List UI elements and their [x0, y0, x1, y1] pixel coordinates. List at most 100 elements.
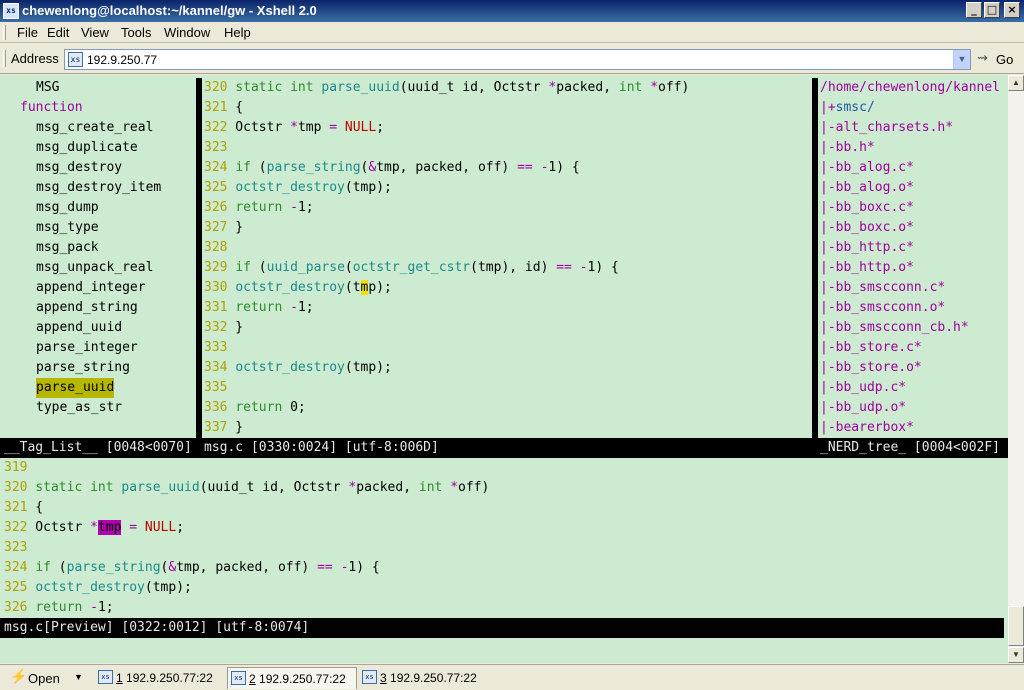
session-icon: xs	[362, 670, 377, 684]
scroll-down-icon[interactable]: ▼	[1008, 647, 1024, 663]
session-tab-2[interactable]: xs 2 192.9.250.77:22	[227, 667, 357, 689]
nerdtree-file[interactable]: |-bb_boxc.o*	[820, 218, 914, 238]
go-button[interactable]: ⇝ Go	[975, 49, 1021, 70]
code-line: 332 }	[204, 320, 244, 335]
menu-window[interactable]: Window	[164, 25, 210, 40]
taglist-item[interactable]: parse_string	[36, 358, 130, 378]
taglist-item[interactable]: parse_integer	[36, 338, 138, 358]
close-button[interactable]: ×	[1004, 2, 1020, 18]
open-button[interactable]: ⚡ Open ▼	[8, 668, 90, 688]
scroll-up-icon[interactable]: ▲	[1008, 75, 1024, 91]
nerdtree-file[interactable]: |-bb_store.c*	[820, 338, 922, 358]
nerdtree-file[interactable]: |-bb_udp.o*	[820, 398, 906, 418]
split-separator-left[interactable]	[196, 78, 202, 438]
terminal[interactable]: MSG function msg_create_real msg_duplica…	[0, 75, 1008, 663]
code-line: 335	[204, 380, 228, 395]
taglist-item[interactable]: append_string	[36, 298, 138, 318]
taglist-item[interactable]: msg_duplicate	[36, 138, 138, 158]
code-line: 323	[204, 140, 228, 155]
code-line: 321 {	[204, 100, 244, 115]
open-label: Open	[28, 671, 60, 686]
code-line: 329 if (uuid_parse(octstr_get_cstr(tmp),…	[204, 260, 619, 275]
code-line: 320 static int parse_uuid(uuid_t id, Oct…	[204, 80, 690, 95]
code-line: 328	[204, 240, 228, 255]
taglist-item[interactable]: msg_unpack_real	[36, 258, 153, 278]
taglist-item[interactable]: msg_type	[36, 218, 99, 238]
taglist-item[interactable]: msg_create_real	[36, 118, 153, 138]
editor-status: msg.c [0330:0024] [utf-8:006D]	[204, 440, 439, 455]
chevron-down-icon[interactable]: ▼	[953, 50, 970, 69]
preview-line: 320 static int parse_uuid(uuid_t id, Oct…	[4, 480, 490, 495]
code-line: 326 return -1;	[204, 200, 314, 215]
session-icon: xs	[68, 52, 83, 67]
taglist-item[interactable]: append_uuid	[36, 318, 122, 338]
nerdtree-root[interactable]: /home/chewenlong/kannel	[820, 78, 1000, 98]
nerdtree-file[interactable]: |-bb_alog.c*	[820, 158, 914, 178]
menu-view[interactable]: View	[81, 25, 109, 40]
code-line: 333	[204, 340, 228, 355]
nerdtree-file[interactable]: |-bb_http.c*	[820, 238, 914, 258]
code-line: 331 return -1;	[204, 300, 314, 315]
menu-help[interactable]: Help	[224, 25, 251, 40]
nerdtree-file[interactable]: |-alt_charsets.h*	[820, 118, 953, 138]
address-input[interactable]: xs 192.9.250.77 ▼	[64, 49, 971, 70]
text-cursor: m	[360, 280, 369, 295]
address-value[interactable]: 192.9.250.77	[87, 53, 157, 67]
preview-line: 321 {	[4, 500, 44, 515]
terminal-scrollbar[interactable]: ▲ ▼	[1008, 75, 1024, 663]
code-line: 327 }	[204, 220, 244, 235]
nerdtree-dir[interactable]: |+smsc/	[820, 98, 875, 118]
menu-edit[interactable]: Edit	[47, 25, 69, 40]
session-tab-3[interactable]: xs 3 192.9.250.77:22	[359, 667, 489, 689]
code-line: 334 octstr_destroy(tmp);	[204, 360, 392, 375]
session-tab-label: 1 192.9.250.77:22	[116, 671, 213, 685]
search-highlight: tmp	[97, 520, 122, 535]
split-status-bar: __Tag_List__ [0048<0070] msg.c [0330:002…	[0, 438, 1008, 458]
nerdtree-file[interactable]: |-bb_udp.c*	[820, 378, 906, 398]
taglist-item[interactable]: msg_dump	[36, 198, 99, 218]
preview-line: 319	[4, 460, 28, 475]
session-icon: xs	[98, 670, 113, 684]
nerdtree-file[interactable]: |-bb_boxc.c*	[820, 198, 914, 218]
minimize-button[interactable]: _	[966, 2, 982, 18]
split-separator-right[interactable]	[812, 78, 818, 438]
nerdtree-file[interactable]: |-bb_store.o*	[820, 358, 922, 378]
taglist-item[interactable]: type_as_str	[36, 398, 122, 418]
title-bar: xs chewenlong@localhost:~/kannel/gw - Xs…	[0, 0, 1024, 22]
scroll-thumb[interactable]	[1008, 606, 1024, 646]
taglist-item[interactable]: msg_destroy	[36, 158, 122, 178]
preview-line: 324 if (parse_string(&tmp, packed, off) …	[4, 560, 380, 575]
nerdtree-file[interactable]: |-bb.h*	[820, 138, 875, 158]
taglist-item-selected[interactable]: parse_uuid	[36, 378, 115, 398]
preview-status-bar: msg.c[Preview] [0322:0012] [utf-8:0074]	[0, 618, 1004, 638]
nerdtree-file[interactable]: |-bb_smscconn.o*	[820, 298, 945, 318]
code-line: 322 Octstr *tmp = NULL;	[204, 120, 385, 135]
chevron-down-icon[interactable]: ▼	[74, 672, 83, 682]
menu-tools[interactable]: Tools	[121, 25, 151, 40]
code-line: 330 octstr_destroy(tmp);	[204, 280, 392, 295]
toolbar-grip[interactable]	[3, 25, 6, 40]
taglist-item[interactable]: msg_destroy_item	[36, 178, 161, 198]
preview-line: 322 Octstr *tmp = NULL;	[4, 520, 185, 535]
go-label: Go	[996, 52, 1014, 67]
nerdtree-file[interactable]: |-bb_http.o*	[820, 258, 914, 278]
menu-file[interactable]: File	[17, 25, 38, 40]
code-line: 325 octstr_destroy(tmp);	[204, 180, 392, 195]
menu-bar: File Edit View Tools Window Help	[0, 22, 1024, 43]
maximize-button[interactable]: □	[984, 2, 1000, 18]
window-title: chewenlong@localhost:~/kannel/gw - Xshel…	[22, 3, 317, 18]
session-tab-1[interactable]: xs 1 192.9.250.77:22	[95, 667, 225, 689]
nerdtree-file[interactable]: |-bb_smscconn.c*	[820, 278, 945, 298]
taglist-item[interactable]: append_integer	[36, 278, 146, 298]
session-tab-label: 3 192.9.250.77:22	[380, 671, 477, 685]
session-tab-label: 2 192.9.250.77:22	[249, 672, 346, 686]
taglist-item[interactable]: msg_pack	[36, 238, 99, 258]
xshell-icon[interactable]: xs	[3, 3, 19, 19]
nerdtree-file[interactable]: |-bb_smscconn_cb.h*	[820, 318, 969, 338]
code-line: 337 }	[204, 420, 244, 435]
lightning-icon: ⚡	[10, 668, 28, 684]
nerdtree-file[interactable]: |-bearerbox*	[820, 418, 914, 438]
taglist-status: __Tag_List__ [0048<0070]	[4, 440, 192, 455]
nerdtree-file[interactable]: |-bb_alog.o*	[820, 178, 914, 198]
toolbar-grip[interactable]	[3, 50, 6, 67]
